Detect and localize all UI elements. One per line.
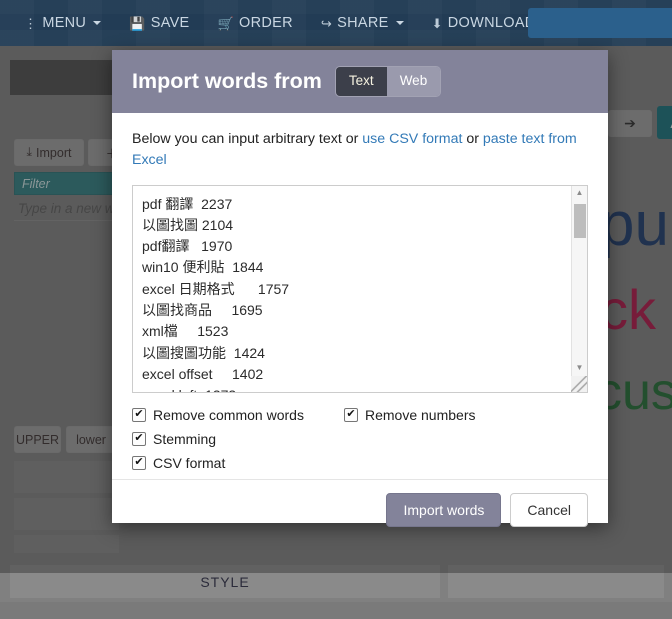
- instructions-part2: or: [462, 131, 483, 147]
- share-nodes-icon: ↪: [321, 17, 332, 30]
- option-stemming-label: Stemming: [153, 431, 216, 447]
- checkbox-checked-icon[interactable]: ✔: [132, 432, 146, 446]
- scroll-up-icon[interactable]: ▲: [576, 186, 584, 200]
- dialog-footer: Import words Cancel: [112, 479, 608, 541]
- option-remove-numbers[interactable]: ✔ Remove numbers: [344, 407, 516, 423]
- navbar-search-field[interactable]: [528, 8, 672, 38]
- instructions-part1: Below you can input arbitrary text or: [132, 131, 362, 147]
- tab-web[interactable]: Web: [387, 67, 441, 96]
- words-textarea[interactable]: pdf 翻譯 2237 以圖找圖 2104 pdf翻譯 1970 win10 便…: [133, 186, 571, 392]
- scroll-down-icon[interactable]: ▼: [576, 361, 584, 375]
- kebab-menu-icon: ⋮: [24, 17, 37, 30]
- textarea-scrollbar[interactable]: ▲ ▼: [571, 186, 587, 392]
- checkbox-checked-icon[interactable]: ✔: [132, 408, 146, 422]
- words-textarea-wrapper: pdf 翻譯 2237 以圖找圖 2104 pdf翻譯 1970 win10 便…: [132, 185, 588, 393]
- textarea-resize-handle[interactable]: [571, 376, 587, 392]
- option-csv-format-label: CSV format: [153, 455, 225, 471]
- nav-item-order[interactable]: 🛒 ORDER: [204, 0, 307, 46]
- nav-item-order-label: ORDER: [239, 15, 293, 31]
- nav-item-menu-label: MENU: [42, 15, 86, 31]
- chevron-down-icon: [396, 21, 404, 25]
- shopping-cart-icon: 🛒: [218, 17, 235, 30]
- dialog-body: Below you can input arbitrary text or us…: [112, 113, 608, 479]
- option-remove-numbers-label: Remove numbers: [365, 407, 476, 423]
- import-words-dialog: Import words from Text Web Below you can…: [112, 50, 608, 523]
- dialog-instructions: Below you can input arbitrary text or us…: [132, 129, 588, 172]
- nav-item-share[interactable]: ↪ SHARE: [307, 0, 418, 46]
- option-remove-common-words[interactable]: ✔ Remove common words: [132, 407, 344, 423]
- checkbox-checked-icon[interactable]: ✔: [344, 408, 358, 422]
- dialog-title: Import words from: [132, 69, 322, 94]
- import-words-button[interactable]: Import words: [386, 493, 501, 527]
- dialog-header: Import words from Text Web: [112, 50, 608, 113]
- csv-format-link[interactable]: use CSV format: [362, 131, 462, 147]
- chevron-down-icon: [93, 21, 101, 25]
- nav-item-share-label: SHARE: [337, 15, 388, 31]
- scrollbar-thumb[interactable]: [574, 204, 586, 238]
- checkbox-checked-icon[interactable]: ✔: [132, 456, 146, 470]
- option-stemming[interactable]: ✔ Stemming: [132, 431, 216, 447]
- bottom-status-strip: [0, 602, 672, 619]
- nav-item-download-label: DOWNLOAD: [448, 15, 536, 31]
- style-bar-label: STYLE: [200, 574, 249, 590]
- option-csv-format[interactable]: ✔ CSV format: [132, 455, 588, 471]
- download-icon: ⬇: [432, 17, 443, 30]
- option-remove-common-words-label: Remove common words: [153, 407, 304, 423]
- nav-item-save-label: SAVE: [151, 15, 190, 31]
- nav-item-save[interactable]: 💾 SAVE: [115, 0, 203, 46]
- cancel-button[interactable]: Cancel: [510, 493, 588, 527]
- tab-text[interactable]: Text: [336, 67, 387, 96]
- import-options-group: ✔ Remove common words ✔ Remove numbers ✔…: [132, 407, 588, 479]
- floppy-disk-icon: 💾: [129, 17, 146, 30]
- source-toggle-group: Text Web: [336, 67, 440, 96]
- nav-item-menu[interactable]: ⋮ MENU: [10, 0, 115, 46]
